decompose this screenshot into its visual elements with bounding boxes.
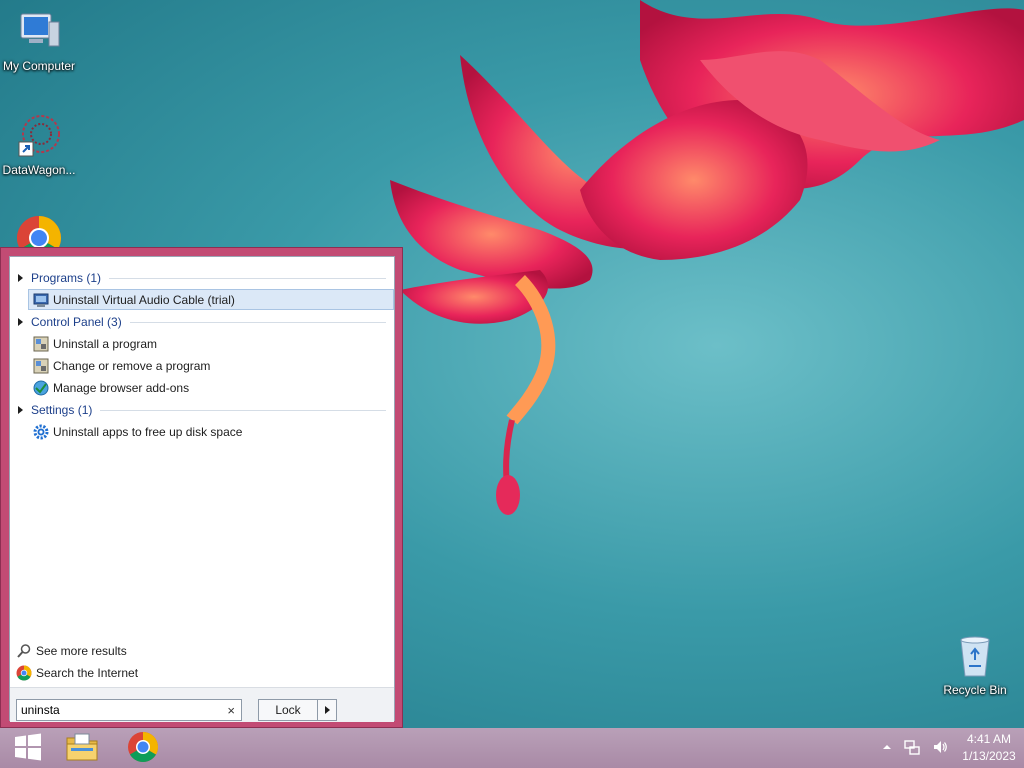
programs-features-icon	[33, 336, 49, 352]
divider	[129, 321, 386, 323]
volume-icon[interactable]	[932, 739, 948, 758]
datawagon-icon	[15, 112, 63, 160]
result-label: Manage browser add-ons	[53, 380, 190, 395]
taskbar: 4:41 AM 1/13/2023	[0, 728, 1024, 768]
result-uninstall-apps-free-disk-space[interactable]: Uninstall apps to free up disk space	[28, 421, 394, 442]
chrome-icon	[127, 731, 159, 766]
show-hidden-icons-icon[interactable]	[882, 741, 892, 755]
desktop-icon-datawagon[interactable]: DataWagon...	[0, 112, 81, 177]
gear-icon	[33, 424, 49, 440]
start-menu-pane: Programs (1) Uninstall Virtual Audio Cab…	[9, 256, 395, 722]
see-more-results-link[interactable]: See more results	[16, 641, 127, 661]
result-uninstall-virtual-audio-cable[interactable]: Uninstall Virtual Audio Cable (trial)	[28, 289, 394, 310]
lock-label: Lock	[275, 703, 301, 717]
start-button[interactable]	[0, 728, 56, 768]
expand-arrow-icon	[18, 406, 23, 414]
expand-arrow-icon	[18, 274, 23, 282]
category-settings[interactable]: Settings (1)	[18, 400, 386, 420]
flower-graphic	[390, 0, 1024, 515]
search-icon	[16, 643, 32, 659]
clear-search-icon[interactable]: ×	[227, 703, 235, 718]
desktop-icon-label: Recycle Bin	[943, 683, 1007, 697]
see-more-label: See more results	[36, 644, 127, 658]
lock-button[interactable]: Lock	[258, 699, 318, 721]
clock-time: 4:41 AM	[966, 732, 1012, 746]
power-options-arrow-button[interactable]	[317, 699, 337, 721]
programs-features-icon	[33, 358, 49, 374]
clock-date: 1/13/2023	[962, 749, 1016, 763]
installer-icon	[33, 292, 49, 308]
recycle-bin-icon	[951, 632, 999, 680]
result-label: Uninstall Virtual Audio Cable (trial)	[53, 292, 235, 307]
desktop-icon-label: DataWagon...	[2, 163, 76, 177]
category-label: Control Panel (3)	[31, 315, 122, 329]
file-explorer-button[interactable]	[54, 728, 110, 768]
windows-logo-icon	[14, 733, 42, 764]
internet-options-icon	[33, 380, 49, 396]
result-uninstall-a-program[interactable]: Uninstall a program	[28, 333, 394, 354]
clock[interactable]: 4:41 AM 1/13/2023	[954, 731, 1024, 765]
search-box[interactable]: ×	[16, 699, 242, 721]
result-manage-browser-add-ons[interactable]: Manage browser add-ons	[28, 377, 394, 398]
result-change-or-remove-a-program[interactable]: Change or remove a program	[28, 355, 394, 376]
divider	[109, 277, 386, 279]
search-internet-label: Search the Internet	[36, 666, 139, 680]
start-menu-bottom-bar: × Lock	[10, 687, 394, 722]
folder-icon	[65, 732, 99, 765]
result-label: Uninstall apps to free up disk space	[53, 424, 243, 439]
arrow-right-icon	[324, 706, 330, 714]
chrome-icon	[16, 665, 32, 681]
desktop-icon-label: My Computer	[2, 59, 76, 73]
divider	[100, 409, 386, 411]
network-icon[interactable]	[904, 739, 920, 758]
system-tray: 4:41 AM 1/13/2023	[876, 728, 1024, 768]
category-label: Settings (1)	[31, 403, 93, 417]
start-menu: Programs (1) Uninstall Virtual Audio Cab…	[0, 247, 403, 728]
category-label: Programs (1)	[31, 271, 102, 285]
expand-arrow-icon	[18, 318, 23, 326]
search-internet-link[interactable]: Search the Internet	[16, 663, 138, 683]
desktop-icon-my-computer[interactable]: My Computer	[0, 8, 81, 73]
category-programs[interactable]: Programs (1)	[18, 268, 386, 288]
chrome-button[interactable]	[115, 728, 171, 768]
result-label: Change or remove a program	[53, 358, 211, 373]
desktop-icon-recycle-bin[interactable]: Recycle Bin	[933, 632, 1017, 697]
result-label: Uninstall a program	[53, 336, 158, 351]
search-input[interactable]	[21, 703, 216, 717]
computer-icon	[15, 8, 63, 56]
category-control-panel[interactable]: Control Panel (3)	[18, 312, 386, 332]
